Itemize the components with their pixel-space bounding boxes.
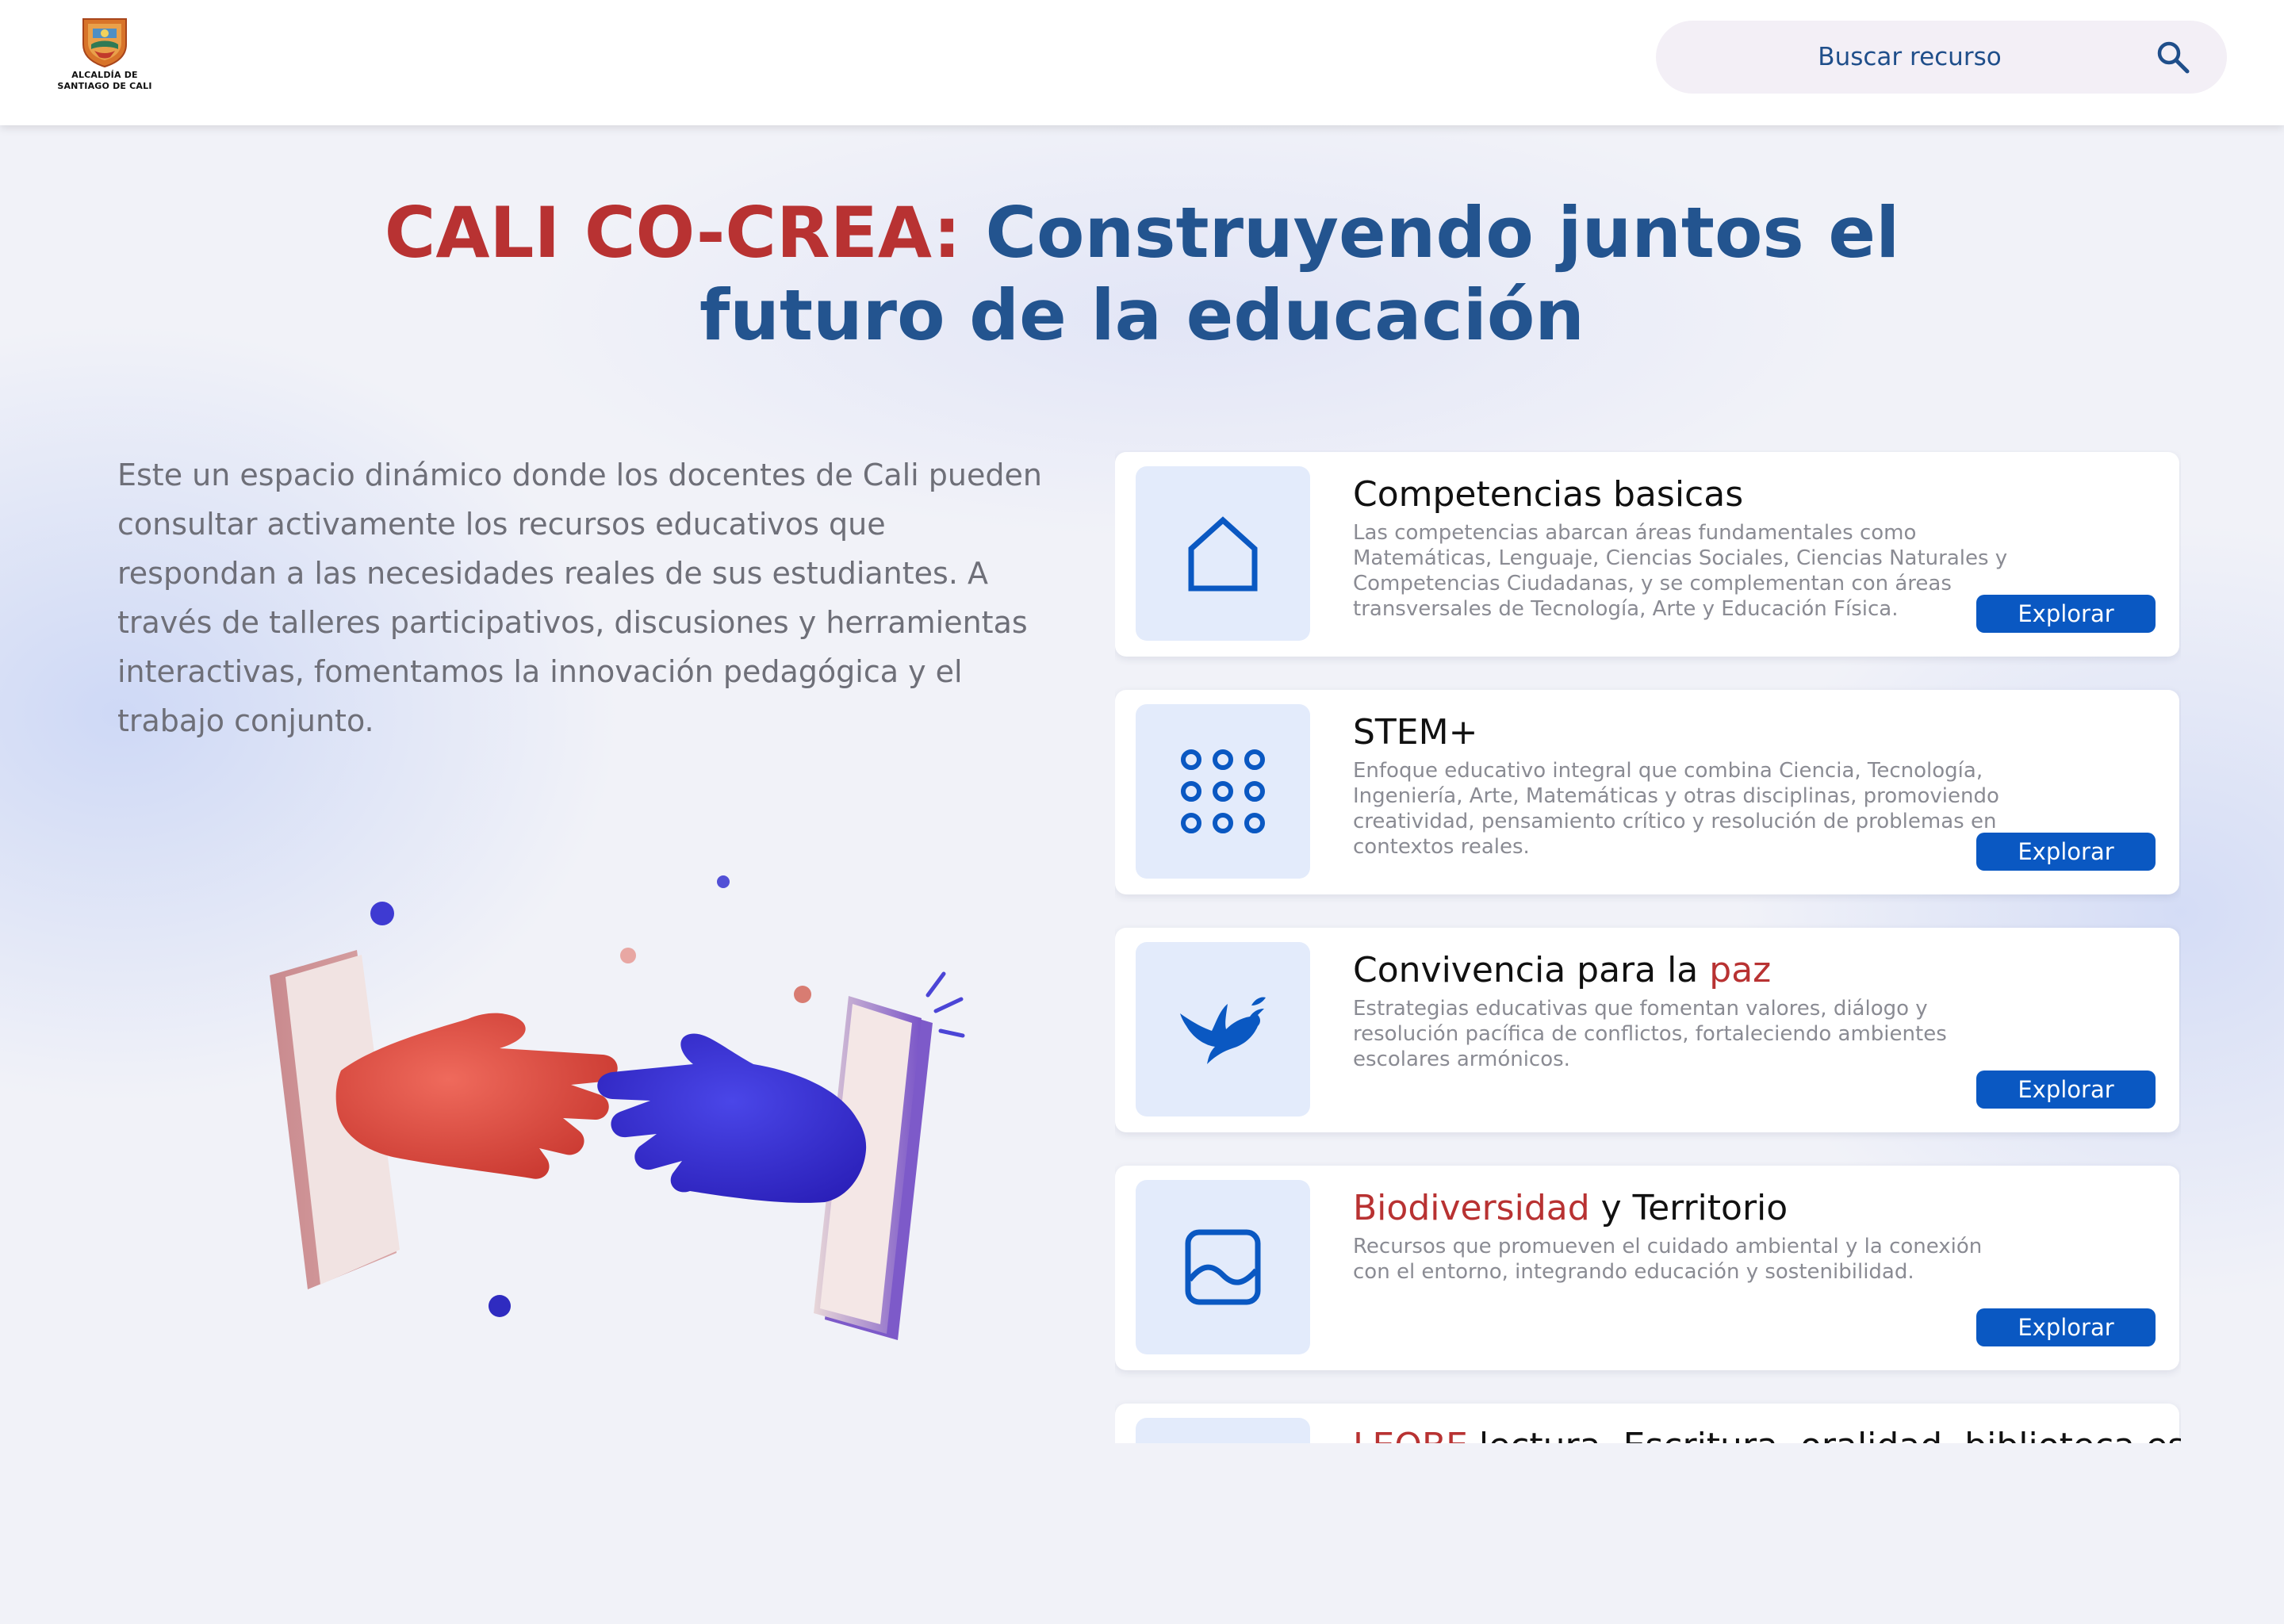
explore-button[interactable]: Explorar — [1976, 833, 2156, 871]
page-title: CALI CO-CREA: Construyendo juntos el fut… — [270, 192, 2014, 357]
city-shield-icon — [82, 18, 127, 68]
alcaldia-logo[interactable]: ALCALDÍA DE SANTIAGO DE CALI — [49, 16, 160, 95]
card-title: Convivencia para la paz — [1353, 948, 1771, 993]
home-icon — [1188, 516, 1258, 592]
card-title-text: Convivencia para la — [1353, 950, 1710, 990]
card-title-highlight: LEOBE — [1353, 1426, 1468, 1443]
card-description: Las competencias abarcan áreas fundament… — [1353, 521, 2008, 621]
card-title-text-end: y Territorio — [1589, 1188, 1788, 1228]
explore-button[interactable]: Explorar — [1976, 1071, 2156, 1109]
card-leobe[interactable]: LEOBE lectura, Escritura, oralidad, bibl… — [1115, 1404, 2181, 1443]
card-title-text: STEM+ — [1353, 712, 1478, 753]
card-thumbnail — [1136, 942, 1310, 1116]
card-thumbnail — [1136, 466, 1310, 641]
search-input[interactable] — [1688, 21, 2132, 94]
search-bar — [1656, 21, 2227, 94]
card-description: Recursos que promueven el cuidado ambien… — [1353, 1235, 1983, 1284]
card-title-text-end: lectura, Escritura, oralidad, biblioteca… — [1468, 1426, 2181, 1443]
landscape-image-icon — [1185, 1229, 1261, 1305]
resource-card-list: Competencias basicas Las competencias ab… — [1115, 450, 2181, 1443]
card-title: Competencias basicas — [1353, 473, 1743, 517]
card-title: Biodiversidad y Territorio — [1353, 1186, 1788, 1231]
card-title-text: Competencias basicas — [1353, 474, 1744, 515]
card-title-highlight: Biodiversidad — [1353, 1188, 1590, 1228]
apps-grid-icon — [1181, 749, 1265, 833]
card-title-highlight: paz — [1709, 950, 1772, 990]
hands-reaching-phones-illustration — [238, 856, 999, 1364]
explore-button[interactable]: Explorar — [1976, 595, 2156, 633]
card-convivencia-paz[interactable]: Convivencia para la paz Estrategias educ… — [1115, 928, 2179, 1132]
intro-paragraph: Este un espacio dinámico donde los docen… — [117, 458, 1042, 738]
card-title: LEOBE lectura, Escritura, oralidad, bibl… — [1353, 1424, 2181, 1443]
dove-icon — [1180, 997, 1266, 1064]
search-button[interactable] — [2154, 38, 2192, 76]
top-bar: ALCALDÍA DE SANTIAGO DE CALI — [0, 0, 2284, 125]
card-description: Estrategias educativas que fomentan valo… — [1353, 997, 1947, 1071]
card-thumbnail — [1136, 1180, 1310, 1354]
card-biodiversidad-territorio[interactable]: Biodiversidad y Territorio Recursos que … — [1115, 1166, 2179, 1370]
logo-text-line-2: SANTIAGO DE CALI — [57, 81, 152, 91]
logo-text-line-1: ALCALDÍA DE — [71, 70, 138, 80]
card-thumbnail — [1136, 1418, 1310, 1443]
explore-button[interactable]: Explorar — [1976, 1308, 2156, 1346]
page-title-accent: CALI CO-CREA: — [384, 192, 961, 274]
card-title: STEM+ — [1353, 710, 1477, 755]
card-competencias-basicas[interactable]: Competencias basicas Las competencias ab… — [1115, 452, 2179, 657]
card-stem[interactable]: STEM+ Enfoque educativo integral que com… — [1115, 690, 2179, 894]
card-description: Enfoque educativo integral que combina C… — [1353, 759, 1999, 859]
card-thumbnail — [1136, 704, 1310, 879]
search-icon — [2157, 41, 2190, 74]
